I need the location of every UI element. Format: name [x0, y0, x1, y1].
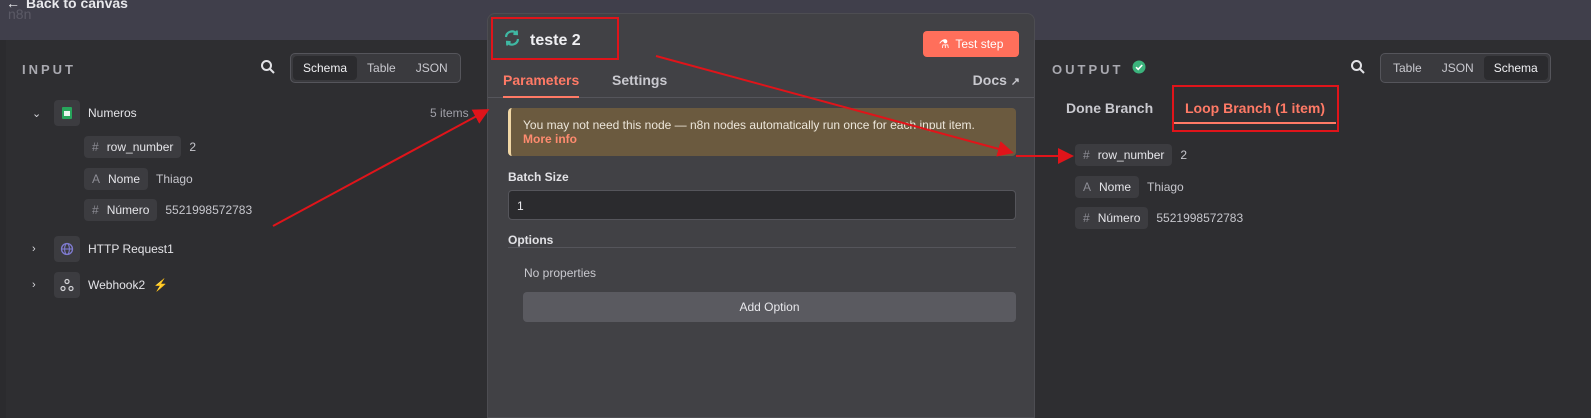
annotation-arrow-title-to-output — [655, 55, 1014, 157]
annotation-arrows — [272, 55, 1074, 227]
annotation-arrow-input-to-node — [272, 109, 490, 227]
